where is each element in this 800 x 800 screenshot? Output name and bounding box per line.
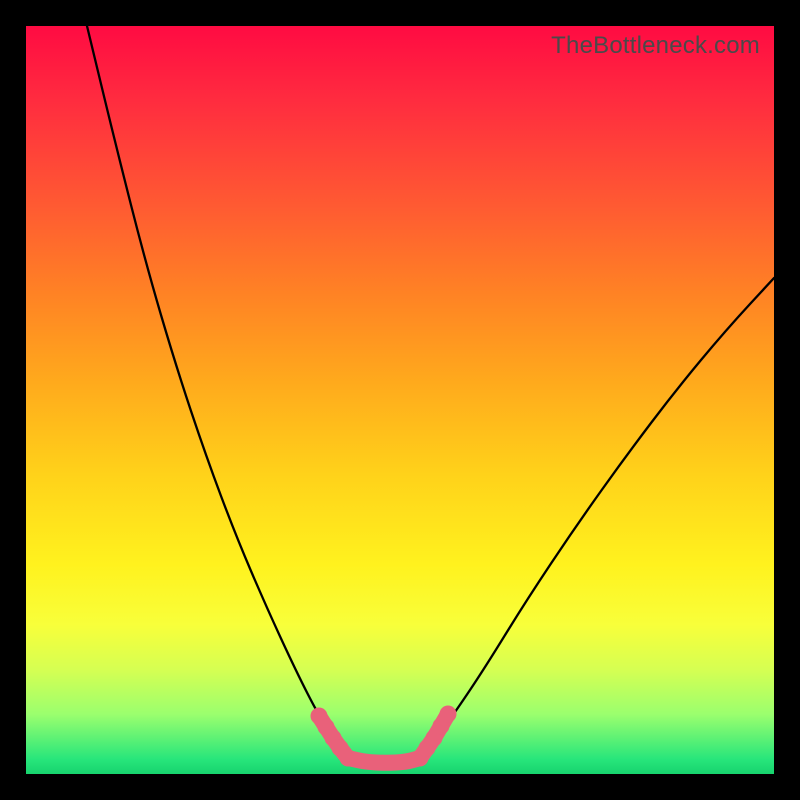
curve-right: [420, 278, 774, 758]
chart-plot-area: TheBottleneck.com: [26, 26, 774, 774]
curve-left: [87, 26, 348, 758]
highlight-bead: [440, 706, 457, 723]
chart-svg: [26, 26, 774, 774]
highlight-bead: [340, 750, 357, 767]
chart-frame: TheBottleneck.com: [0, 0, 800, 800]
highlight-floor: [348, 758, 420, 763]
